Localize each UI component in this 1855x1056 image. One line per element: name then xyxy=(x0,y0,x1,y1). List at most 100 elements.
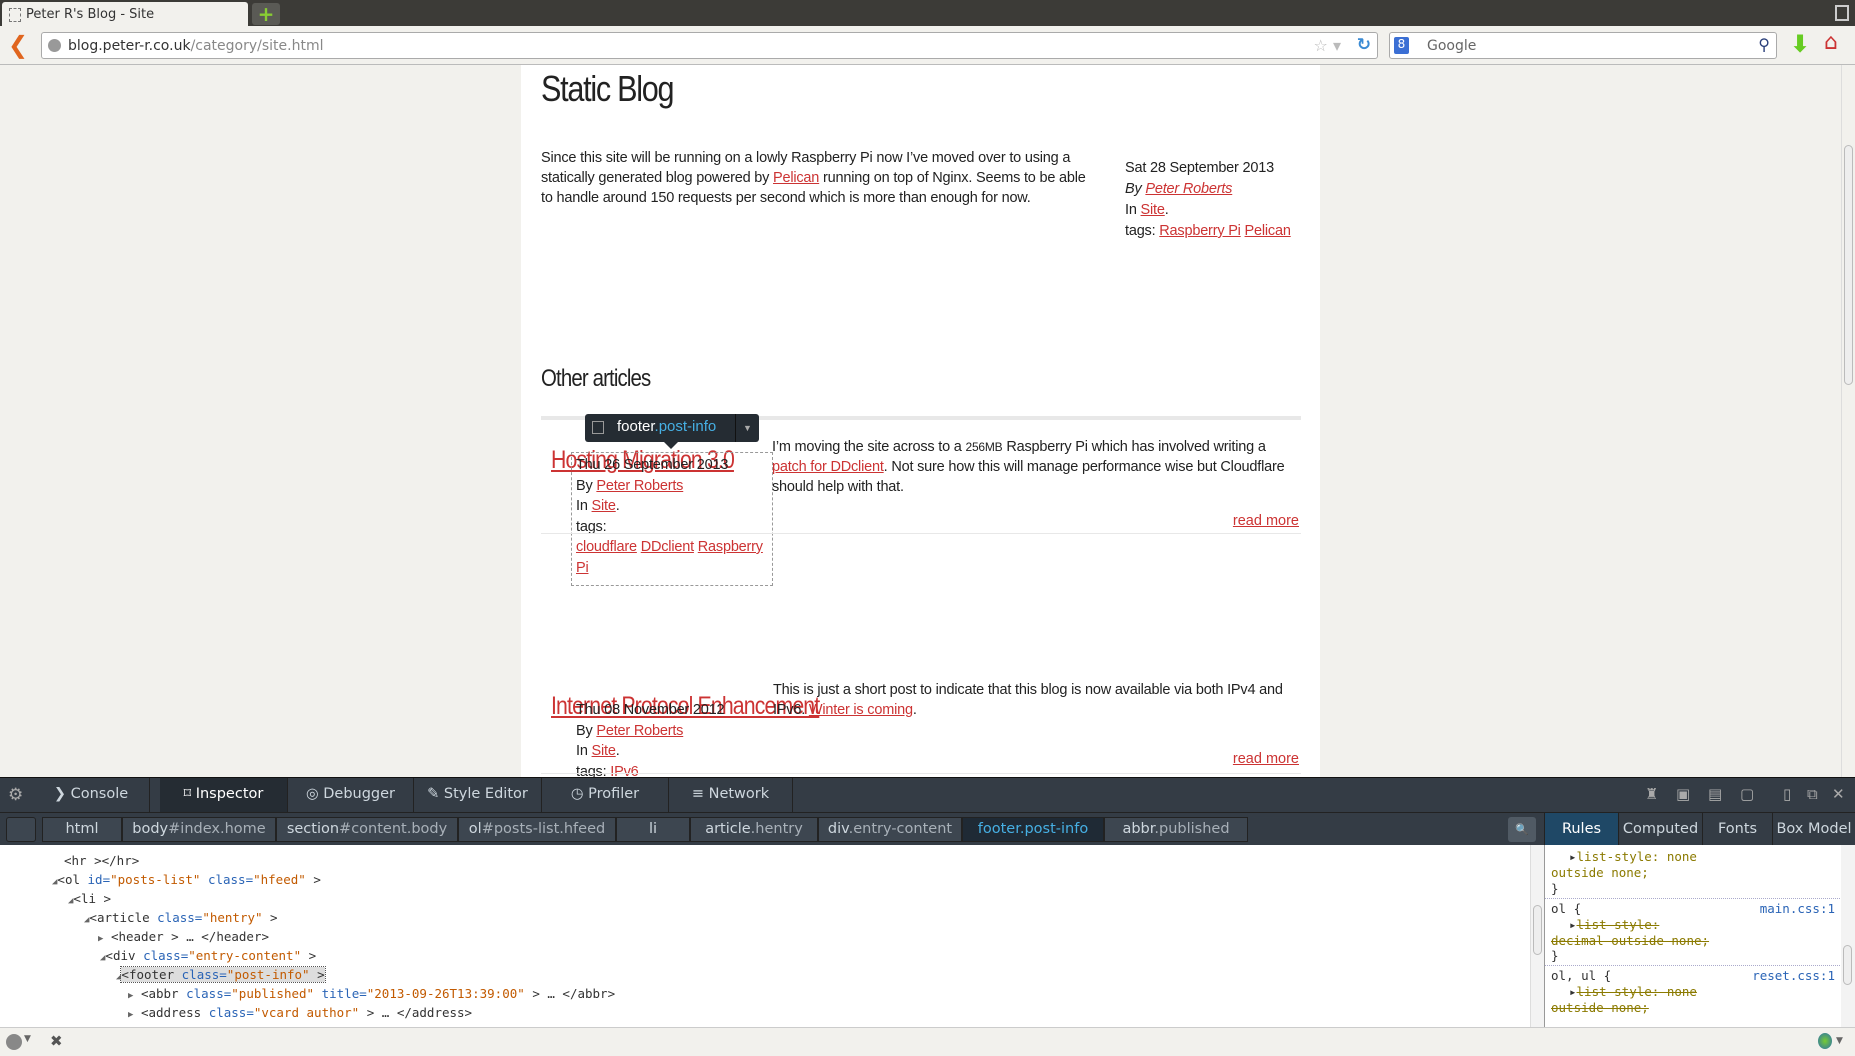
breadcrumb-item[interactable]: body#index.home xyxy=(122,817,276,842)
css-declaration[interactable]: ▸list-style: none xyxy=(1569,849,1697,865)
search-engine-icon[interactable]: 8 xyxy=(1394,37,1409,54)
tab-box-model[interactable]: Box Model xyxy=(1772,813,1855,846)
markup-node[interactable]: ◢<ol id="posts-list" class="hfeed" > xyxy=(52,872,321,887)
winter-link[interactable]: Winter is coming xyxy=(809,702,913,718)
markup-node[interactable]: ◢<div class="entry-content" > xyxy=(100,948,316,963)
tab-fonts[interactable]: Fonts xyxy=(1702,813,1772,846)
ddclient-patch-link[interactable]: patch for DDclient xyxy=(772,459,884,475)
markup-view[interactable]: <hr ></hr> ◢<ol id="posts-list" class="h… xyxy=(0,845,1530,1027)
breadcrumb-item[interactable]: section#content.body xyxy=(276,817,458,842)
markup-node[interactable]: ◢<article class="hentry" > xyxy=(84,910,278,925)
split-console-icon[interactable]: ▢ xyxy=(1740,785,1754,803)
markup-node[interactable]: ▶ <header > … </header> xyxy=(98,929,269,944)
article-summary: I’m moving the site across to a 256MB Ra… xyxy=(772,439,1285,495)
tag-link[interactable]: DDclient xyxy=(641,539,694,555)
stylesheet-link[interactable]: reset.css:1 xyxy=(1752,968,1835,984)
home-icon[interactable]: ⌂ xyxy=(1824,30,1838,55)
stylesheet-link[interactable]: main.css:1 xyxy=(1760,901,1835,917)
search-icon[interactable]: ⚲ xyxy=(1758,35,1770,54)
new-tab-button[interactable]: + xyxy=(252,3,280,25)
scratchpad-icon[interactable]: ▣ xyxy=(1676,785,1690,803)
back-button[interactable]: ❮ xyxy=(8,31,28,59)
close-icon[interactable]: ✖ xyxy=(50,1032,63,1050)
css-selector: ol { xyxy=(1551,901,1582,916)
browser-tab[interactable]: Peter R's Blog - Site xyxy=(2,2,248,26)
css-declaration-overridden[interactable]: ▸list-style: none xyxy=(1569,984,1697,1000)
devtools-toolbar: ⚙ ❯ Console ⌑ Inspector ◎ Debugger ✎ Sty… xyxy=(0,777,1855,813)
search-bar[interactable]: 8 Google ⚲ xyxy=(1389,32,1777,59)
tab-profiler[interactable]: ◷ Profiler xyxy=(542,778,669,813)
breadcrumb-item[interactable]: article.hentry xyxy=(690,817,818,842)
css-declaration-overridden[interactable]: ▸list-style: xyxy=(1569,917,1659,933)
scrollbar-thumb[interactable] xyxy=(1533,905,1542,955)
dock-side-icon[interactable]: ▯ xyxy=(1783,785,1791,803)
tag-link[interactable]: Raspberry Pi xyxy=(1159,223,1241,239)
read-more-link[interactable]: read more xyxy=(1233,751,1299,767)
pelican-link[interactable]: Pelican xyxy=(773,170,819,186)
scrollbar-thumb[interactable] xyxy=(1844,145,1853,385)
tag-link[interactable]: Pelican xyxy=(1245,223,1291,239)
tab-inspector[interactable]: ⌑ Inspector xyxy=(160,778,288,813)
category-link[interactable]: Site xyxy=(1141,202,1165,218)
infobar-tag: footer xyxy=(617,418,655,435)
category-link[interactable]: Site xyxy=(592,743,616,759)
node-infobar[interactable]: footer.post-info ▼ xyxy=(585,414,759,449)
other-articles-heading: Other articles xyxy=(541,365,651,392)
tab-rules[interactable]: Rules xyxy=(1544,813,1618,846)
search-icon[interactable]: 🔍 xyxy=(1508,817,1536,842)
breadcrumb-item[interactable]: html xyxy=(42,817,122,842)
tab-title: Peter R's Blog - Site xyxy=(26,7,155,22)
responsive-icon[interactable]: ▤ xyxy=(1708,785,1722,803)
rules-view[interactable]: ▸list-style: none outside none; } ol { m… xyxy=(1544,845,1841,1027)
reload-icon[interactable]: ↻ xyxy=(1357,35,1371,55)
breadcrumb-item[interactable]: li xyxy=(616,817,690,842)
chevron-down-icon[interactable]: ▼ xyxy=(24,1034,31,1044)
markup-node[interactable]: ◢<li > xyxy=(68,891,111,906)
chevron-down-icon[interactable]: ▼ xyxy=(1836,1036,1843,1046)
page-icon xyxy=(9,8,21,22)
read-more-link[interactable]: read more xyxy=(1233,513,1299,529)
breadcrumb: html body#index.home section#content.bod… xyxy=(0,812,1855,846)
globe-icon[interactable] xyxy=(1818,1033,1832,1049)
site-identity-icon[interactable] xyxy=(48,39,61,52)
markup-node[interactable]: ▶ <address class="vcard author" > … </ad… xyxy=(128,1005,472,1020)
breadcrumb-item[interactable]: div.entry-content xyxy=(818,817,962,842)
tag-link[interactable]: IPv6 xyxy=(610,764,638,778)
chevron-down-icon[interactable]: ▼ xyxy=(735,414,759,442)
addon-bar-icon[interactable] xyxy=(6,1034,22,1050)
markup-scrollbar[interactable] xyxy=(1530,845,1544,1027)
tab-style-editor[interactable]: ✎ Style Editor xyxy=(414,778,542,813)
paintbrush-icon[interactable]: ♜ xyxy=(1645,785,1658,803)
tab-network[interactable]: ≡ Network xyxy=(669,778,793,813)
pick-element-button[interactable] xyxy=(6,817,36,842)
markup-node-selected[interactable]: ◢<footer class="post-info" > xyxy=(116,966,326,983)
author-link[interactable]: Peter Roberts xyxy=(596,478,683,494)
gear-icon[interactable]: ⚙ xyxy=(8,785,23,805)
undock-icon[interactable]: ⧉ xyxy=(1807,785,1818,803)
post-title: Static Blog xyxy=(541,68,675,109)
breadcrumb-item[interactable]: ol#posts-list.hfeed xyxy=(458,817,616,842)
rules-scrollbar[interactable] xyxy=(1841,845,1855,1027)
tab-debugger[interactable]: ◎ Debugger xyxy=(288,778,414,813)
markup-node[interactable]: <hr ></hr> xyxy=(64,853,139,868)
article-post-info: Thu 08 November 2012 By Peter Roberts In… xyxy=(576,700,776,777)
author-link[interactable]: Peter Roberts xyxy=(1145,181,1232,197)
category-link[interactable]: Site xyxy=(592,498,616,514)
markup-node[interactable]: ▶ <abbr class="published" title="2013-09… xyxy=(128,986,615,1001)
url-path: /category/site.html xyxy=(190,38,324,54)
bookmark-star-icon[interactable]: ☆ ▾ xyxy=(1314,36,1341,55)
page-scrollbar[interactable] xyxy=(1841,65,1855,777)
tab-computed[interactable]: Computed xyxy=(1618,813,1702,846)
pick-element-icon[interactable] xyxy=(592,421,604,434)
tag-link[interactable]: cloudflare xyxy=(576,539,637,555)
download-icon[interactable]: ⬇ xyxy=(1790,30,1810,58)
close-icon[interactable]: ✕ xyxy=(1832,785,1845,803)
tab-console[interactable]: ❯ Console xyxy=(33,778,150,813)
author-link[interactable]: Peter Roberts xyxy=(596,723,683,739)
url-bar[interactable]: blog.peter-r.co.uk/category/site.html ☆ … xyxy=(41,32,1378,59)
breadcrumb-item[interactable]: abbr.published xyxy=(1104,817,1248,842)
breadcrumb-item-selected[interactable]: footer.post-info xyxy=(962,817,1104,842)
rule-separator xyxy=(1545,965,1841,966)
scrollbar-thumb[interactable] xyxy=(1843,945,1852,985)
window-list-icon[interactable] xyxy=(1835,5,1849,21)
